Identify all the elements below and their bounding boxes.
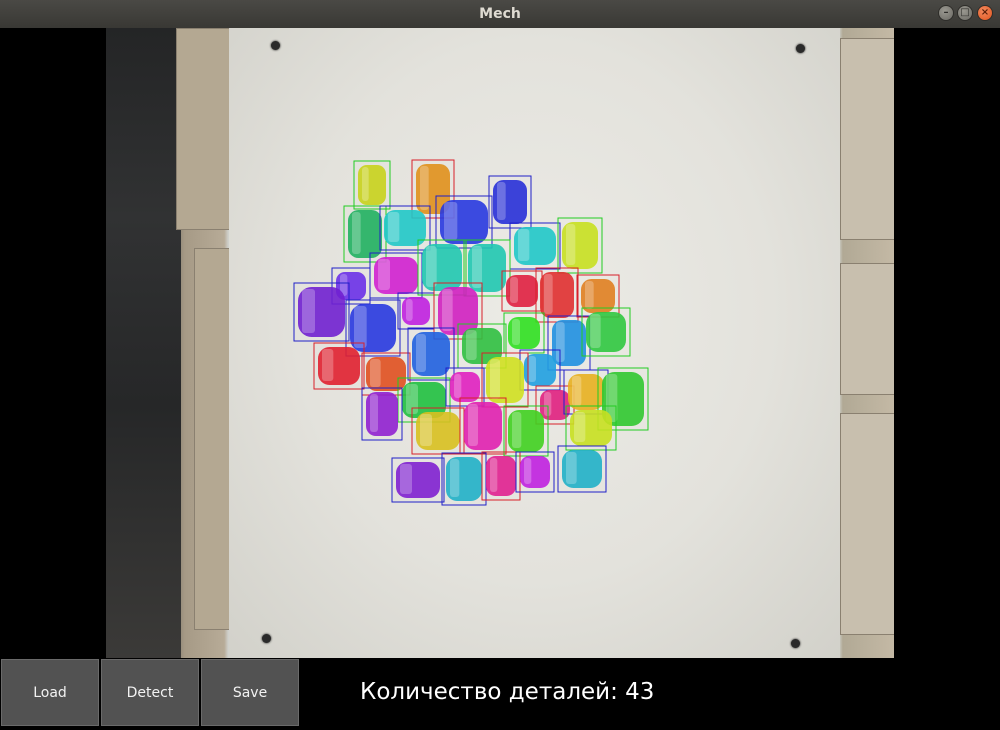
detected-part <box>441 452 487 506</box>
detected-part <box>515 451 555 493</box>
detected-part <box>557 217 603 274</box>
close-icon[interactable]: × <box>977 5 993 21</box>
save-button[interactable]: Save <box>201 659 299 726</box>
detected-part <box>369 252 423 299</box>
image-viewport <box>0 28 1000 658</box>
detection-image <box>106 28 894 658</box>
detected-part <box>459 397 507 455</box>
detected-part <box>417 239 467 296</box>
maximize-icon[interactable]: □ <box>957 5 973 21</box>
minimize-icon[interactable]: – <box>938 5 954 21</box>
detected-part <box>345 299 401 357</box>
detected-parts-overlay <box>293 159 649 506</box>
detect-button[interactable]: Detect <box>101 659 199 726</box>
detected-part <box>361 352 411 396</box>
detected-part <box>407 327 455 381</box>
control-bar: Load Detect Save Количество деталей: 43 <box>0 658 1000 730</box>
detected-part <box>361 387 403 441</box>
detected-part <box>563 369 609 415</box>
detected-part <box>463 239 511 297</box>
window-title: Mech <box>479 6 521 22</box>
detected-part <box>576 274 620 318</box>
detected-part <box>488 175 532 229</box>
detected-part <box>535 267 579 323</box>
detected-part <box>481 352 529 408</box>
parts-count-label: Количество деталей: 43 <box>360 679 655 705</box>
detected-part <box>481 451 521 501</box>
detected-part <box>293 282 350 342</box>
detected-part <box>445 367 485 407</box>
title-bar[interactable]: Mech – □ × <box>0 0 1000 29</box>
detected-part <box>391 457 445 503</box>
detected-part <box>353 160 391 210</box>
load-button[interactable]: Load <box>1 659 99 726</box>
detected-part <box>557 445 607 493</box>
detected-part <box>509 222 561 270</box>
detected-part <box>581 307 631 357</box>
detected-part <box>503 312 545 354</box>
